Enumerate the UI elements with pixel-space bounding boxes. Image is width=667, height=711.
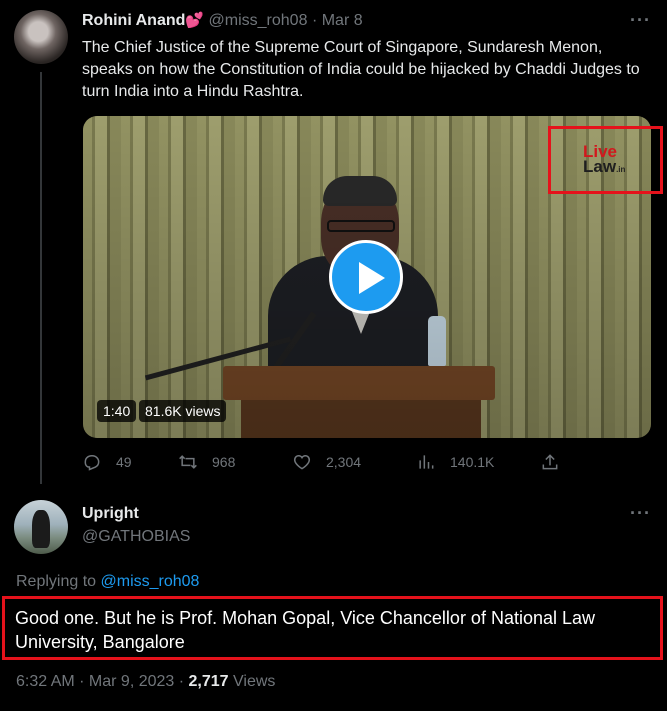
timestamp[interactable]: 6:32 AM · Mar 9, 2023 · xyxy=(16,673,189,690)
reply-header: Upright xyxy=(82,505,139,523)
views-label: Views xyxy=(228,673,276,690)
view-count: 2,717 xyxy=(188,673,229,690)
more-horizontal-icon[interactable]: ··· xyxy=(630,503,651,524)
tweet-actions: 49 968 2,304 140.1K xyxy=(82,452,562,476)
share-icon xyxy=(542,454,558,470)
views-count: 140.1K xyxy=(450,454,495,470)
reply-button[interactable]: 49 xyxy=(82,452,132,472)
separator-dot: · xyxy=(311,12,318,29)
user-handle[interactable]: @miss_roh08 xyxy=(209,12,308,29)
highlight-box-reply xyxy=(2,596,663,660)
share-button[interactable] xyxy=(540,452,574,472)
video-duration-badge: 1:40 xyxy=(97,400,137,422)
retweet-button[interactable]: 968 xyxy=(178,452,235,472)
name-emoji: 💕 xyxy=(185,12,205,29)
reply-count: 49 xyxy=(116,454,132,470)
reply-icon xyxy=(84,455,100,471)
retweet-count: 968 xyxy=(212,454,236,470)
display-name[interactable]: Rohini Anand xyxy=(82,12,185,29)
video-views-badge: 81.6K views xyxy=(139,400,227,422)
more-horizontal-icon[interactable]: ··· xyxy=(630,10,651,31)
heart-icon xyxy=(293,454,311,470)
replying-to-line: Replying to @miss_roh08 xyxy=(16,573,200,590)
highlight-box-watermark xyxy=(548,126,663,194)
like-count: 2,304 xyxy=(326,454,362,470)
like-button[interactable]: 2,304 xyxy=(292,452,361,472)
tweet-header: Rohini Anand💕 @miss_roh08 · Mar 8 xyxy=(82,11,363,30)
play-icon[interactable] xyxy=(329,240,403,314)
tweet-date[interactable]: Mar 8 xyxy=(322,12,363,29)
tweet-text: The Chief Justice of the Supreme Court o… xyxy=(82,39,640,100)
avatar[interactable] xyxy=(14,500,68,554)
thread-connector-line xyxy=(40,72,42,484)
retweet-icon xyxy=(179,455,197,469)
analytics-icon xyxy=(419,455,434,469)
tweet-meta: 6:32 AM · Mar 9, 2023 · 2,717 Views xyxy=(16,673,275,691)
replying-to-link[interactable]: @miss_roh08 xyxy=(101,573,200,590)
views-button[interactable]: 140.1K xyxy=(416,452,494,472)
avatar[interactable] xyxy=(14,10,68,64)
user-handle[interactable]: @GATHOBIAS xyxy=(82,528,190,546)
display-name[interactable]: Upright xyxy=(82,505,139,522)
